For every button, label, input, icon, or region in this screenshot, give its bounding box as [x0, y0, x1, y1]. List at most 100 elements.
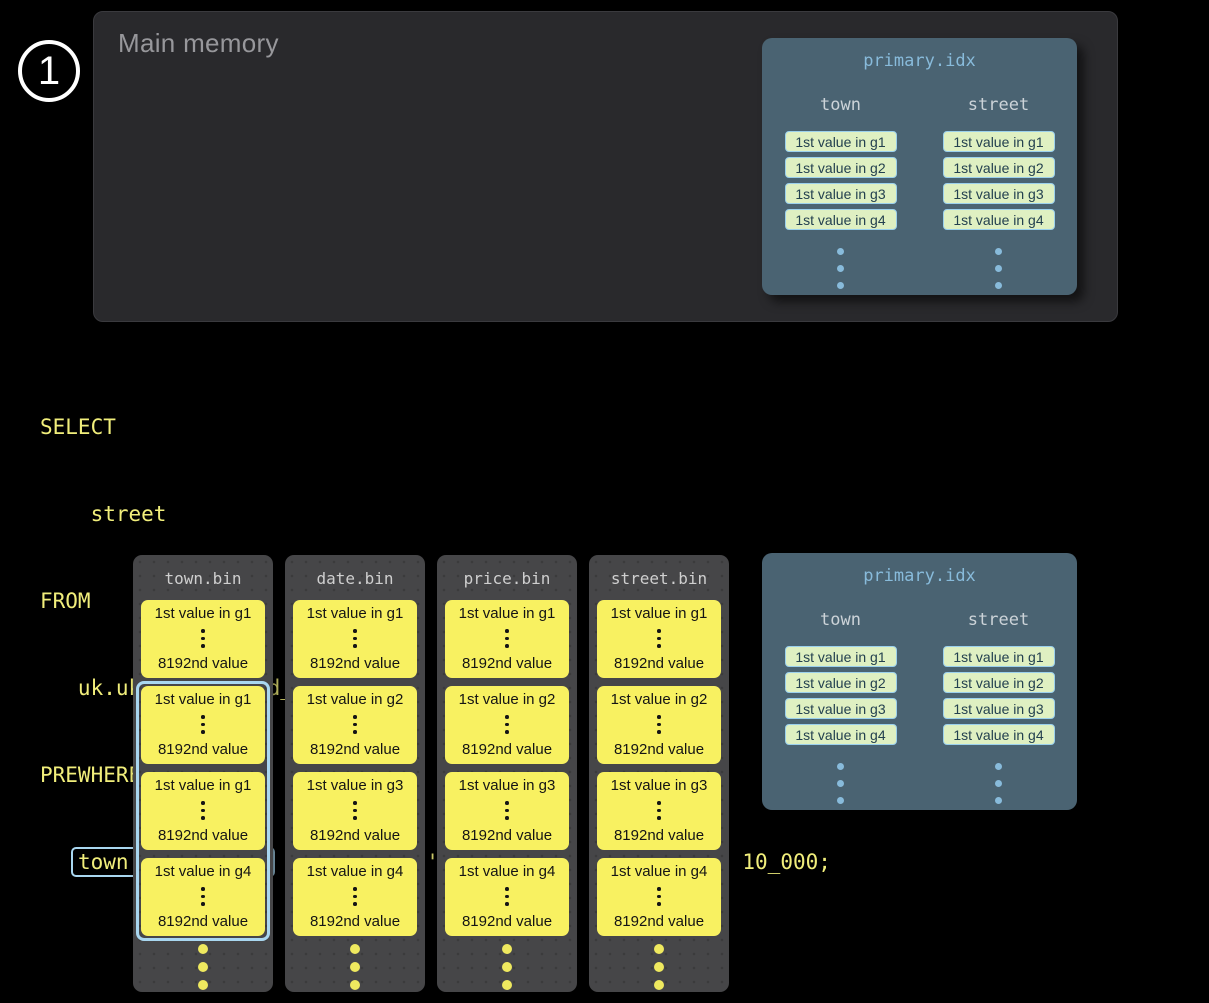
index-entry-chip: 1st value in g3	[785, 698, 897, 719]
granule-block: 1st value in g18192nd value	[141, 772, 265, 850]
dot-icon	[353, 644, 357, 648]
dot-icon	[505, 637, 509, 641]
dot-icon	[201, 715, 205, 719]
step-number: 1	[38, 49, 60, 94]
dot-icon	[657, 801, 661, 805]
primary-index-box: primary.idx town1st value in g11st value…	[762, 38, 1077, 295]
bin-file-column: town.bin1st value in g18192nd value1st v…	[133, 555, 273, 992]
granule-block: 1st value in g38192nd value	[597, 772, 721, 850]
dot-icon	[353, 887, 357, 891]
dot-icon	[505, 715, 509, 719]
index-column: town1st value in g11st value in g21st va…	[782, 95, 900, 289]
ellipsis-icon	[353, 887, 357, 906]
index-entry-chip: 1st value in g1	[785, 131, 897, 152]
index-entry-chip: 1st value in g2	[943, 672, 1055, 693]
granule-first-value: 1st value in g1	[155, 777, 252, 794]
dot-icon	[505, 895, 509, 899]
granule-block: 1st value in g48192nd value	[445, 858, 569, 936]
dot-icon	[353, 816, 357, 820]
bin-file-title: date.bin	[285, 569, 425, 587]
dot-icon	[353, 809, 357, 813]
primary-index-box: primary.idx town1st value in g11st value…	[762, 553, 1077, 810]
index-entry-chip: 1st value in g4	[943, 209, 1055, 230]
index-entry-chip: 1st value in g3	[943, 183, 1055, 204]
bin-file-title: price.bin	[437, 569, 577, 587]
ellipsis-icon	[657, 715, 661, 734]
dot-icon	[995, 780, 1002, 787]
granule-blocks: 1st value in g18192nd value 1st value in …	[285, 600, 425, 936]
dot-icon	[198, 944, 208, 954]
dot-icon	[198, 980, 208, 990]
ellipsis-icon	[201, 801, 205, 820]
dot-icon	[505, 887, 509, 891]
dot-icon	[657, 902, 661, 906]
granule-first-value: 1st value in g2	[307, 691, 404, 708]
primary-index-columns: town1st value in g11st value in g21st va…	[762, 95, 1077, 289]
index-entry-chip: 1st value in g1	[943, 131, 1055, 152]
ellipsis-icon	[201, 887, 205, 906]
granule-last-value: 8192nd value	[310, 655, 400, 672]
granule-block: 1st value in g48192nd value	[597, 858, 721, 936]
dot-icon	[353, 895, 357, 899]
granule-last-value: 8192nd value	[462, 827, 552, 844]
granule-first-value: 1st value in g2	[611, 691, 708, 708]
index-entry-chip: 1st value in g3	[943, 698, 1055, 719]
granule-last-value: 8192nd value	[158, 655, 248, 672]
ellipsis-icon	[505, 887, 509, 906]
dot-icon	[201, 723, 205, 727]
dot-icon	[837, 763, 844, 770]
index-entry-chip: 1st value in g3	[785, 183, 897, 204]
more-granules-dots	[133, 944, 273, 990]
dot-icon	[995, 248, 1002, 255]
more-granules-dots	[589, 944, 729, 990]
dot-icon	[201, 644, 205, 648]
dot-icon	[198, 962, 208, 972]
index-entry-chip: 1st value in g4	[785, 209, 897, 230]
dot-icon	[657, 629, 661, 633]
dot-icon	[505, 809, 509, 813]
dot-icon	[505, 644, 509, 648]
bin-file-column: date.bin1st value in g18192nd value1st v…	[285, 555, 425, 992]
granule-last-value: 8192nd value	[614, 913, 704, 930]
dot-icon	[201, 902, 205, 906]
dot-icon	[502, 980, 512, 990]
granule-block: 1st value in g48192nd value	[141, 858, 265, 936]
dot-icon	[657, 887, 661, 891]
granule-block: 1st value in g18192nd value	[293, 600, 417, 678]
dot-icon	[350, 980, 360, 990]
dot-icon	[654, 962, 664, 972]
dot-icon	[837, 780, 844, 787]
primary-index-title: primary.idx	[762, 566, 1077, 586]
granule-last-value: 8192nd value	[614, 655, 704, 672]
ellipsis-icon	[505, 629, 509, 648]
step-number-badge: 1	[18, 40, 80, 102]
granule-first-value: 1st value in g1	[611, 605, 708, 622]
granule-first-value: 1st value in g2	[459, 691, 556, 708]
dot-icon	[505, 902, 509, 906]
ellipsis-icon	[353, 801, 357, 820]
granule-block: 1st value in g28192nd value	[445, 686, 569, 764]
bin-file-title: street.bin	[589, 569, 729, 587]
index-column-header: street	[968, 610, 1029, 630]
index-entry-chip: 1st value in g2	[943, 157, 1055, 178]
dot-icon	[201, 816, 205, 820]
ellipsis-icon	[657, 887, 661, 906]
granule-block: 1st value in g18192nd value	[141, 600, 265, 678]
index-entry-chip: 1st value in g4	[785, 724, 897, 745]
dot-icon	[657, 637, 661, 641]
index-entry-chip: 1st value in g2	[785, 672, 897, 693]
dot-icon	[657, 809, 661, 813]
dot-icon	[657, 644, 661, 648]
dot-icon	[995, 763, 1002, 770]
dot-icon	[502, 944, 512, 954]
ellipsis-icon	[657, 629, 661, 648]
granule-blocks: 1st value in g18192nd value1st value in …	[589, 600, 729, 936]
dot-icon	[657, 715, 661, 719]
dot-icon	[837, 282, 844, 289]
dot-icon	[353, 715, 357, 719]
granule-block: 1st value in g18192nd value	[141, 686, 265, 764]
dot-icon	[505, 730, 509, 734]
granule-last-value: 8192nd value	[462, 913, 552, 930]
ellipsis-icon	[353, 629, 357, 648]
index-entry-chip: 1st value in g4	[943, 724, 1055, 745]
